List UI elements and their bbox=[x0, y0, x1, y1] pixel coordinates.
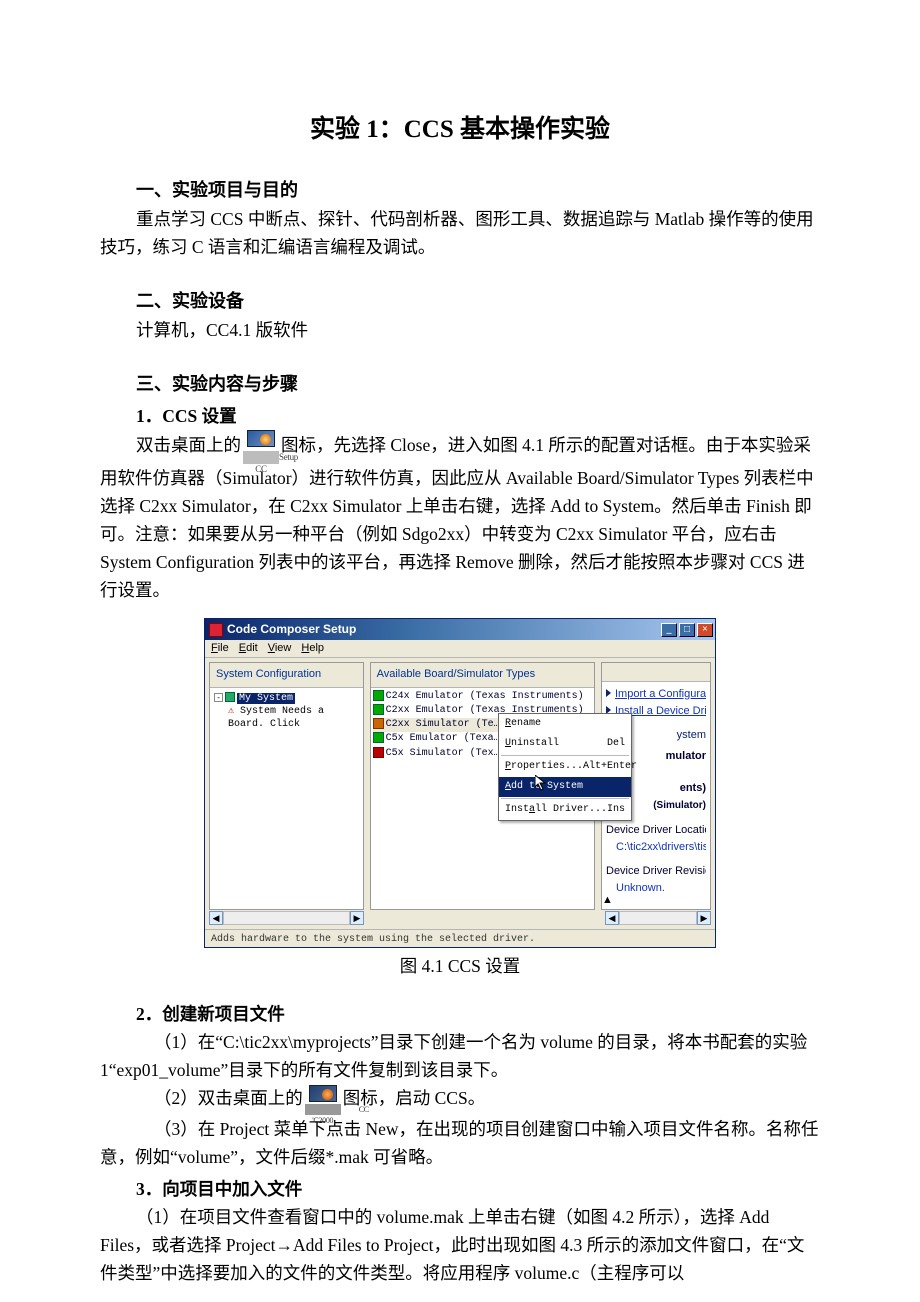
tree-needs-board: System Needs a Board. Click bbox=[228, 706, 324, 730]
ddrev-heading: Device Driver Revision: bbox=[606, 863, 706, 881]
section-1-heading: 一、实验项目与目的 bbox=[100, 176, 820, 205]
ctx-install-driver[interactable]: Install Driver...Ins bbox=[499, 800, 631, 820]
system-tree[interactable]: -My System ⚠ System Needs a Board. Click bbox=[210, 688, 363, 735]
figure-caption: 图 4.1 CCS 设置 bbox=[100, 952, 820, 980]
close-button[interactable]: × bbox=[697, 623, 713, 637]
window-title: Code Composer Setup bbox=[227, 620, 356, 639]
cc-app-icon: CC 'C2000 bbox=[305, 1085, 341, 1115]
left-horizontal-scrollbar[interactable]: ◀ ▶ bbox=[209, 911, 364, 925]
section-2-heading: 二、实验设备 bbox=[100, 287, 820, 316]
setup-cc-icon-label: Setup CC bbox=[243, 451, 279, 464]
menu-bar: File Edit View Help bbox=[205, 640, 715, 658]
tree-my-system[interactable]: My System bbox=[237, 693, 295, 704]
section-3-heading: 三、实验内容与步骤 bbox=[100, 370, 820, 399]
ddrev-value: Unknown. bbox=[606, 880, 706, 892]
context-menu: Rename UninstallDel Properties...Alt+Ent… bbox=[498, 713, 632, 821]
ctx-uninstall[interactable]: UninstallDel bbox=[499, 734, 631, 754]
ddloc-value: C:\tic2xx\drivers\tisim2… bbox=[606, 839, 706, 857]
scroll-right-icon[interactable]: ▶ bbox=[697, 911, 711, 925]
code-composer-setup-window: Code Composer Setup _ □ × File Edit View… bbox=[204, 618, 716, 948]
s4-p3: （3）在 Project 菜单下点击 New，在出现的项目创建窗口中输入项目文件… bbox=[100, 1115, 820, 1171]
s4-p1: （1）在“C:\tic2xx\myprojects”目录下创建一个名为 volu… bbox=[100, 1028, 820, 1084]
ddloc-heading: Device Driver Location: bbox=[606, 822, 706, 840]
panes-container: System Configuration -My System ⚠ System… bbox=[205, 658, 715, 910]
section-4-heading: 2．创建新项目文件 bbox=[100, 1000, 820, 1028]
menu-edit[interactable]: Edit bbox=[239, 640, 258, 658]
info-scrollbar[interactable]: ▲ bbox=[602, 892, 710, 910]
s3-text-a: 双击桌面上的 bbox=[136, 435, 241, 455]
title-post: 基本操作实验 bbox=[460, 116, 610, 143]
menu-file[interactable]: File bbox=[211, 640, 229, 658]
status-bar: Adds hardware to the system using the se… bbox=[205, 929, 715, 947]
doc-title: 实验 1：CCS 基本操作实验 bbox=[100, 110, 820, 150]
app-icon bbox=[209, 623, 223, 637]
s4-p2: （2）双击桌面上的 CC 'C2000 图标，启动 CCS。 bbox=[100, 1084, 820, 1115]
minimize-button[interactable]: _ bbox=[661, 623, 677, 637]
system-configuration-pane: System Configuration -My System ⚠ System… bbox=[209, 662, 364, 910]
s5-p1: （1）在项目文件查看窗口中的 volume.mak 上单击右键（如图 4.2 所… bbox=[100, 1203, 820, 1287]
cursor-icon bbox=[535, 775, 547, 791]
title-num: 1 bbox=[366, 116, 379, 143]
title-latin: CCS bbox=[404, 116, 460, 143]
section-5-heading: 3．向项目中加入文件 bbox=[100, 1175, 820, 1203]
section-3-sub1: 1．CCS 设置 bbox=[100, 402, 820, 430]
section-3-para: 双击桌面上的 Setup CC 图标，先选择 Close，进入如图 4.1 所示… bbox=[100, 430, 820, 604]
import-config-link[interactable]: Import a Configuration F bbox=[615, 688, 706, 700]
menu-help[interactable]: Help bbox=[301, 640, 324, 658]
window-titlebar[interactable]: Code Composer Setup _ □ × bbox=[205, 619, 715, 640]
s4-p2-a: （2）双击桌面上的 bbox=[154, 1088, 303, 1108]
ctx-properties[interactable]: Properties...Alt+Enter bbox=[499, 757, 631, 777]
system-configuration-header: System Configuration bbox=[210, 663, 363, 688]
available-boards-header: Available Board/Simulator Types bbox=[371, 663, 594, 688]
section-2-para: 计算机，CC4.1 版软件 bbox=[100, 316, 820, 344]
scroll-left-icon[interactable]: ◀ bbox=[605, 911, 619, 925]
list-item: C24x Emulator (Texas Instruments) bbox=[373, 690, 592, 704]
right-horizontal-scrollbar[interactable]: ◀ ▶ bbox=[605, 911, 711, 925]
section-1-para: 重点学习 CCS 中断点、探针、代码剖析器、图形工具、数据追踪与 Matlab … bbox=[100, 205, 820, 261]
s3-text-b: 图标，先选择 Close，进入如图 4.1 所示的配置对话框。由于本实验采用软件… bbox=[100, 435, 814, 600]
title-sep: ： bbox=[379, 116, 404, 143]
info-header bbox=[602, 663, 710, 681]
title-pre: 实验 bbox=[310, 116, 366, 143]
setup-cc-icon: Setup CC bbox=[243, 430, 279, 464]
scroll-left-icon[interactable]: ◀ bbox=[209, 911, 223, 925]
scroll-right-icon[interactable]: ▶ bbox=[350, 911, 364, 925]
maximize-button[interactable]: □ bbox=[679, 623, 695, 637]
menu-view[interactable]: View bbox=[268, 640, 292, 658]
scroll-up-icon[interactable]: ▲ bbox=[602, 892, 710, 910]
cc-app-icon-label: CC 'C2000 bbox=[305, 1104, 341, 1115]
ctx-rename[interactable]: Rename bbox=[499, 714, 631, 734]
ctx-add-to-system[interactable]: Add to System bbox=[499, 777, 631, 797]
figure-4-1: Code Composer Setup _ □ × File Edit View… bbox=[100, 618, 820, 980]
